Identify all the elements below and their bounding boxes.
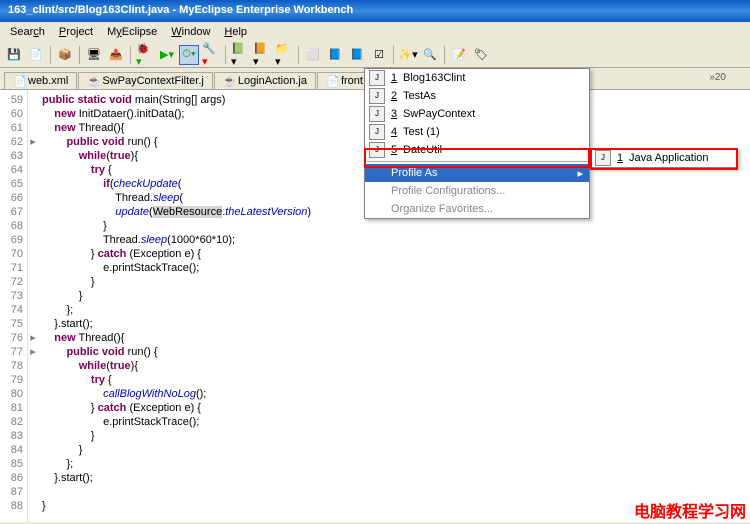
menu-separator <box>367 161 587 162</box>
jsp-file-icon: 📄 <box>326 75 338 87</box>
note-icon[interactable]: 📝 <box>449 45 469 65</box>
dd-profile-config[interactable]: Profile Configurations... <box>365 182 589 200</box>
dd-java-application[interactable]: J1Java Application <box>591 149 737 167</box>
dd-item-test[interactable]: J4Test (1) <box>365 123 589 141</box>
line-gutter: 5960616263646566676869707172737475767778… <box>0 90 28 522</box>
dd-item-swpay[interactable]: J3SwPayContext <box>365 105 589 123</box>
deploy-icon[interactable]: 📤 <box>106 45 126 65</box>
tab-overflow[interactable]: »20 <box>709 72 726 83</box>
new-class-icon[interactable]: 📗▾ <box>230 45 250 65</box>
watermark-text: 电脑教程学习网 <box>634 498 746 522</box>
java-launch-icon: J <box>369 142 385 158</box>
tab-swpay[interactable]: ☕SwPayContextFilter.j <box>78 72 212 89</box>
new2-icon[interactable]: 📘 <box>347 45 367 65</box>
fold-gutter[interactable]: ▸▸▸ <box>28 90 38 522</box>
menu-search[interactable]: Search <box>4 24 51 40</box>
profile-icon[interactable]: ⏱▾ <box>179 45 199 65</box>
saveall-icon[interactable]: 📄 <box>26 45 46 65</box>
menu-help[interactable]: Help <box>218 24 253 40</box>
tab-web-xml[interactable]: 📄web.xml <box>4 72 77 89</box>
server-icon[interactable]: 🖥 <box>84 45 104 65</box>
external-icon[interactable]: 🔧▾ <box>201 45 221 65</box>
dd-item-testas[interactable]: J2TestAs <box>365 87 589 105</box>
dd-item-blog163[interactable]: J1Blog163Clint <box>365 69 589 87</box>
dd-profile-as[interactable]: Profile As▸ <box>365 164 589 182</box>
main-toolbar: 💾 📄 📦 🖥 📤 🐞▾ ▶▾ ⏱▾ 🔧▾ 📗▾ 📙▾ 📁▾ ⬜ 📘 📘 ☑ ✨… <box>0 42 750 68</box>
new-folder-icon[interactable]: 📁▾ <box>274 45 294 65</box>
search-toolbar-icon[interactable]: 🔍 <box>420 45 440 65</box>
wizard-icon[interactable]: ✨▾ <box>398 45 418 65</box>
java-launch-icon: J <box>595 150 611 166</box>
checkbox-icon[interactable]: ☑ <box>369 45 389 65</box>
java-launch-icon: J <box>369 106 385 122</box>
save-icon[interactable]: 💾 <box>4 45 24 65</box>
java-file-icon: ☕ <box>87 75 99 87</box>
debug-icon[interactable]: 🐞▾ <box>135 45 155 65</box>
main-menubar: Search Project MyEclipse Window Help <box>0 22 750 42</box>
window-titlebar: 163_clint/src/Blog163Clint.java - MyEcli… <box>0 0 750 22</box>
java-launch-icon: J <box>369 88 385 104</box>
code-content[interactable]: public static void main(String[] args) n… <box>38 90 315 522</box>
java-launch-icon: J <box>369 124 385 140</box>
menu-myeclipse[interactable]: MyEclipse <box>101 24 163 40</box>
dd-item-dateutil[interactable]: J5DateUtil <box>365 141 589 159</box>
dd-organize[interactable]: Organize Favorites... <box>365 200 589 218</box>
xml-file-icon: 📄 <box>13 75 25 87</box>
new-package-icon[interactable]: 📙▾ <box>252 45 272 65</box>
profile-as-submenu: J1Java Application <box>590 148 738 168</box>
run-icon[interactable]: ▶▾ <box>157 45 177 65</box>
tab-login[interactable]: ☕LoginAction.ja <box>214 72 316 89</box>
java-file-icon: ☕ <box>223 75 235 87</box>
new-icon[interactable]: 📘 <box>325 45 345 65</box>
profile-dropdown: J1Blog163Clint J2TestAs J3SwPayContext J… <box>364 68 590 219</box>
build-icon[interactable]: 📦 <box>55 45 75 65</box>
submenu-arrow-icon: ▸ <box>577 167 583 180</box>
menu-window[interactable]: Window <box>165 24 216 40</box>
menu-project[interactable]: Project <box>53 24 99 40</box>
generic-icon[interactable]: ⬜ <box>303 45 323 65</box>
tag-icon[interactable]: 🏷 <box>471 45 491 65</box>
java-launch-icon: J <box>369 70 385 86</box>
